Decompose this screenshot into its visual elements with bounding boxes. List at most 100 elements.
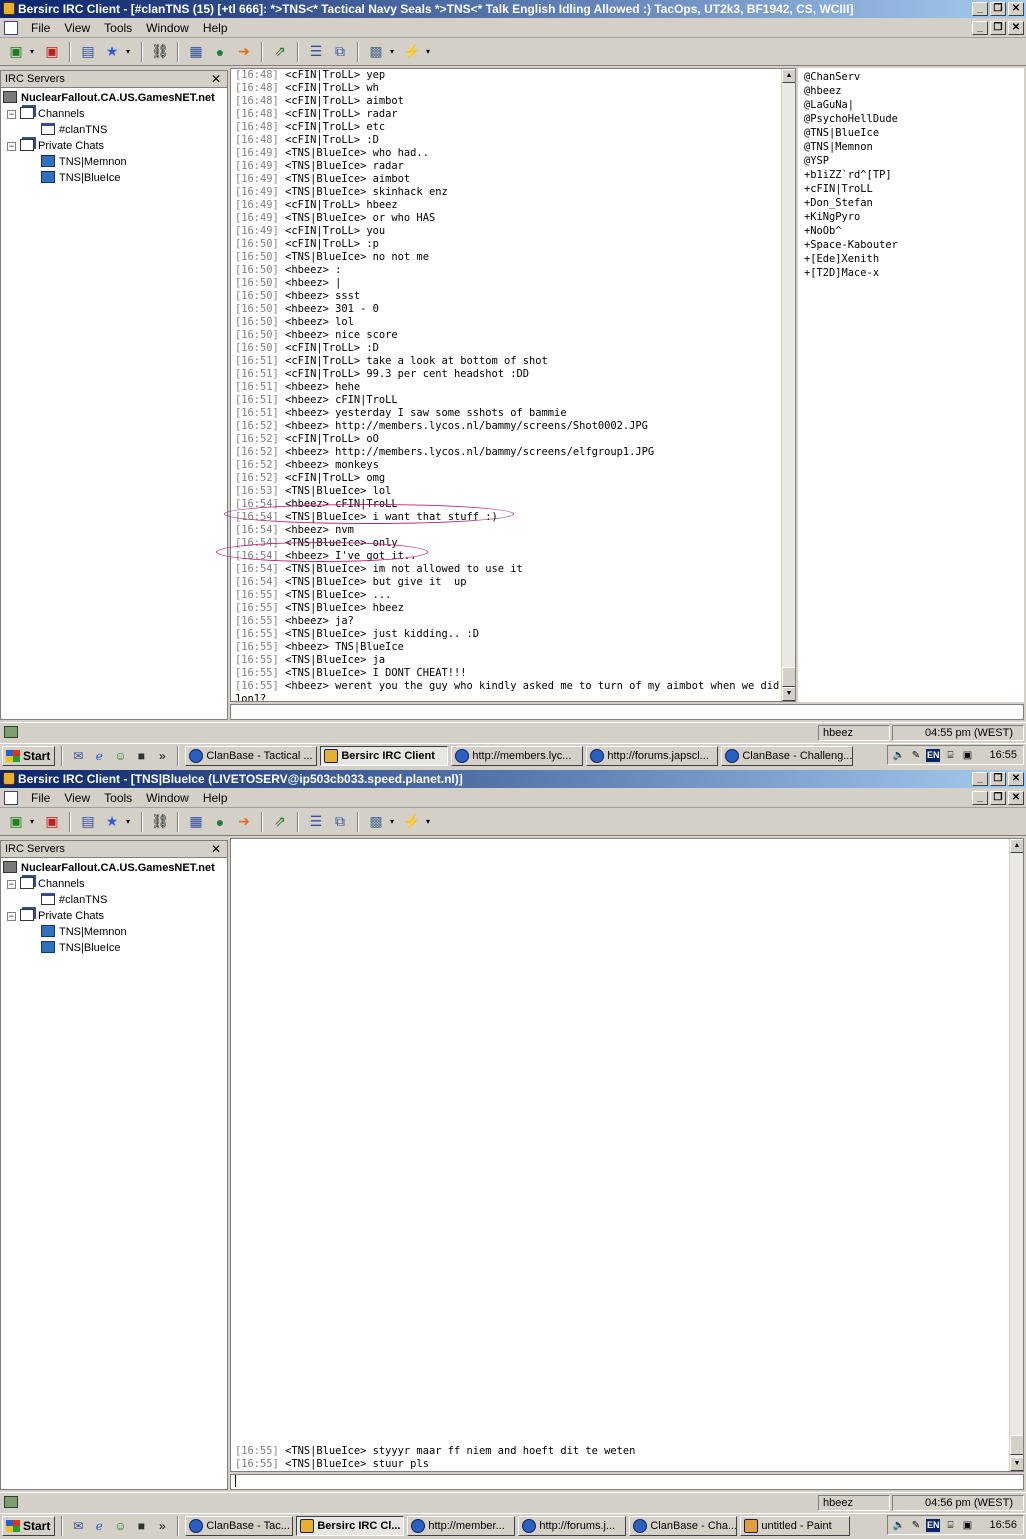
- script-dropdown-icon[interactable]: ▾: [426, 817, 434, 826]
- favorites-icon[interactable]: ★: [102, 812, 122, 832]
- private-chat-area[interactable]: [16:55] <TNS|BlueIce> styyyr maar ff nie…: [230, 838, 1024, 1472]
- nick-list-item[interactable]: +b1iZZ`rd^[TP]: [804, 168, 1024, 182]
- mdi-child-icon[interactable]: [4, 791, 18, 805]
- task-bersirc[interactable]: Bersirc IRC Client: [320, 745, 449, 766]
- channel-list-icon[interactable]: ▦: [186, 812, 206, 832]
- menu-window[interactable]: Window: [139, 21, 196, 35]
- link-icon[interactable]: ⛓: [150, 812, 170, 832]
- scroll-up-icon[interactable]: ▲: [1010, 839, 1023, 853]
- connect-dropdown-icon[interactable]: ▾: [30, 47, 38, 56]
- mdi-child-icon[interactable]: [4, 21, 18, 35]
- scroll-thumb[interactable]: [1010, 1435, 1023, 1455]
- close-button[interactable]: ✕: [1008, 772, 1024, 786]
- log-icon[interactable]: ⇗: [270, 42, 290, 62]
- child-minimize-button[interactable]: _: [972, 791, 988, 805]
- game-icon[interactable]: ■: [132, 1517, 150, 1535]
- nick-list-item[interactable]: @hbeez: [804, 84, 1024, 98]
- menu-help[interactable]: Help: [196, 21, 235, 35]
- log-icon[interactable]: ⇗: [270, 812, 290, 832]
- ie-icon[interactable]: ℯ: [90, 1517, 108, 1535]
- favorites-icon[interactable]: ★: [102, 42, 122, 62]
- menu-file[interactable]: File: [24, 791, 57, 805]
- child-close-button[interactable]: ✕: [1008, 21, 1024, 35]
- maximize-button[interactable]: ❐: [990, 772, 1006, 786]
- task-paint[interactable]: untitled - Paint: [740, 1515, 851, 1536]
- network-tray-icon[interactable]: ⌸: [943, 748, 957, 762]
- tree-pm-memnon[interactable]: TNS|Memnon: [1, 154, 227, 170]
- tile-icon[interactable]: ☰: [306, 42, 326, 62]
- globe-icon[interactable]: ●: [210, 42, 230, 62]
- minimize-button[interactable]: _: [972, 2, 988, 16]
- chat-scrollbar[interactable]: ▲ ▼: [781, 69, 795, 701]
- task-bersirc[interactable]: Bersirc IRC Cl...: [296, 1515, 405, 1536]
- script-icon[interactable]: ⚡: [402, 812, 422, 832]
- task-lycos[interactable]: http://member...: [407, 1515, 516, 1536]
- nick-list-item[interactable]: +Space-Kabouter: [804, 238, 1024, 252]
- more-quicklaunch-icon[interactable]: »: [153, 747, 171, 765]
- tree-channels[interactable]: − Channels: [1, 106, 227, 122]
- network-dropdown-icon[interactable]: ▾: [390, 817, 398, 826]
- tray-app-icon[interactable]: ✎: [909, 1518, 923, 1532]
- tree-pm-blueice[interactable]: TNS|BlueIce: [1, 940, 227, 956]
- messenger-icon[interactable]: ☺: [111, 1517, 129, 1535]
- message-input[interactable]: [230, 704, 1024, 720]
- message-input[interactable]: [230, 1474, 1024, 1490]
- nick-list-item[interactable]: @ChanServ: [804, 70, 1024, 84]
- collapse-icon[interactable]: −: [7, 912, 16, 921]
- server-list-icon[interactable]: ▤: [78, 42, 98, 62]
- clock[interactable]: 16:56: [989, 1519, 1017, 1531]
- task-clanbase[interactable]: ClanBase - Tactical ...: [185, 745, 318, 766]
- nick-list-item[interactable]: +cFIN|TroLL: [804, 182, 1024, 196]
- nick-list-item[interactable]: +NoOb^: [804, 224, 1024, 238]
- link-icon[interactable]: ⛓: [150, 42, 170, 62]
- cascade-icon[interactable]: ⧉: [330, 42, 350, 62]
- connect-dropdown-icon[interactable]: ▾: [30, 817, 38, 826]
- scroll-down-icon[interactable]: ▼: [1010, 1457, 1023, 1471]
- nick-list-item[interactable]: +KiNgPyro: [804, 210, 1024, 224]
- volume-icon[interactable]: 🔈: [892, 1518, 906, 1532]
- menu-view[interactable]: View: [57, 791, 97, 805]
- ie-icon[interactable]: ℯ: [90, 747, 108, 765]
- nick-list[interactable]: @ChanServ @hbeez @LaGuNa| @PsychoHellDude @T…: [798, 68, 1024, 702]
- start-button[interactable]: Start: [2, 1515, 56, 1536]
- language-indicator[interactable]: EN: [925, 748, 941, 762]
- nick-list-item[interactable]: @YSP: [804, 154, 1024, 168]
- menu-window[interactable]: Window: [139, 791, 196, 805]
- network-icon[interactable]: ▩: [366, 42, 386, 62]
- tree-private-chats[interactable]: − Private Chats: [1, 138, 227, 154]
- channel-list-icon[interactable]: ▦: [186, 42, 206, 62]
- messenger-icon[interactable]: ☺: [111, 747, 129, 765]
- arrow-icon[interactable]: ➜: [234, 42, 254, 62]
- menu-tools[interactable]: Tools: [97, 21, 139, 35]
- network-dropdown-icon[interactable]: ▾: [390, 47, 398, 56]
- menu-file[interactable]: File: [24, 21, 57, 35]
- chat-scrollbar[interactable]: ▲ ▼: [1009, 839, 1023, 1471]
- outlook-icon[interactable]: ✉: [69, 1517, 87, 1535]
- nick-list-item[interactable]: +Don_Stefan: [804, 196, 1024, 210]
- network-tray-icon[interactable]: ⌸: [943, 1518, 957, 1532]
- start-button[interactable]: Start: [2, 745, 56, 766]
- tree-pm-blueice[interactable]: TNS|BlueIce: [1, 170, 227, 186]
- nick-list-item[interactable]: @LaGuNa|: [804, 98, 1024, 112]
- disconnect-icon[interactable]: ▣: [42, 812, 62, 832]
- tray-app-icon[interactable]: ✎: [909, 748, 923, 762]
- panel-close-icon[interactable]: ✕: [211, 71, 221, 88]
- favorites-dropdown-icon[interactable]: ▾: [126, 817, 134, 826]
- cascade-icon[interactable]: ⧉: [330, 812, 350, 832]
- channel-chat-area[interactable]: [16:48] <cFIN|TroLL> yep [16:48] <cFIN|Tr…: [230, 68, 796, 702]
- tree-private-chats[interactable]: − Private Chats: [1, 908, 227, 924]
- more-quicklaunch-icon[interactable]: »: [153, 1517, 171, 1535]
- tile-icon[interactable]: ☰: [306, 812, 326, 832]
- task-clanbase-challenge[interactable]: ClanBase - Cha...: [629, 1515, 738, 1536]
- monitor-tray-icon[interactable]: ▣: [960, 1518, 974, 1532]
- task-forums[interactable]: http://forums.j...: [518, 1515, 627, 1536]
- tree-channel-clantns[interactable]: #clanTNS: [1, 892, 227, 908]
- task-clanbase-challenge[interactable]: ClanBase - Challeng...: [721, 745, 854, 766]
- nick-list-item[interactable]: +[Ede]Xenith: [804, 252, 1024, 266]
- disconnect-icon[interactable]: ▣: [42, 42, 62, 62]
- favorites-dropdown-icon[interactable]: ▾: [126, 47, 134, 56]
- nick-list-item[interactable]: @TNS|BlueIce: [804, 126, 1024, 140]
- connect-icon[interactable]: ▣: [6, 812, 26, 832]
- menu-view[interactable]: View: [57, 21, 97, 35]
- server-list-icon[interactable]: ▤: [78, 812, 98, 832]
